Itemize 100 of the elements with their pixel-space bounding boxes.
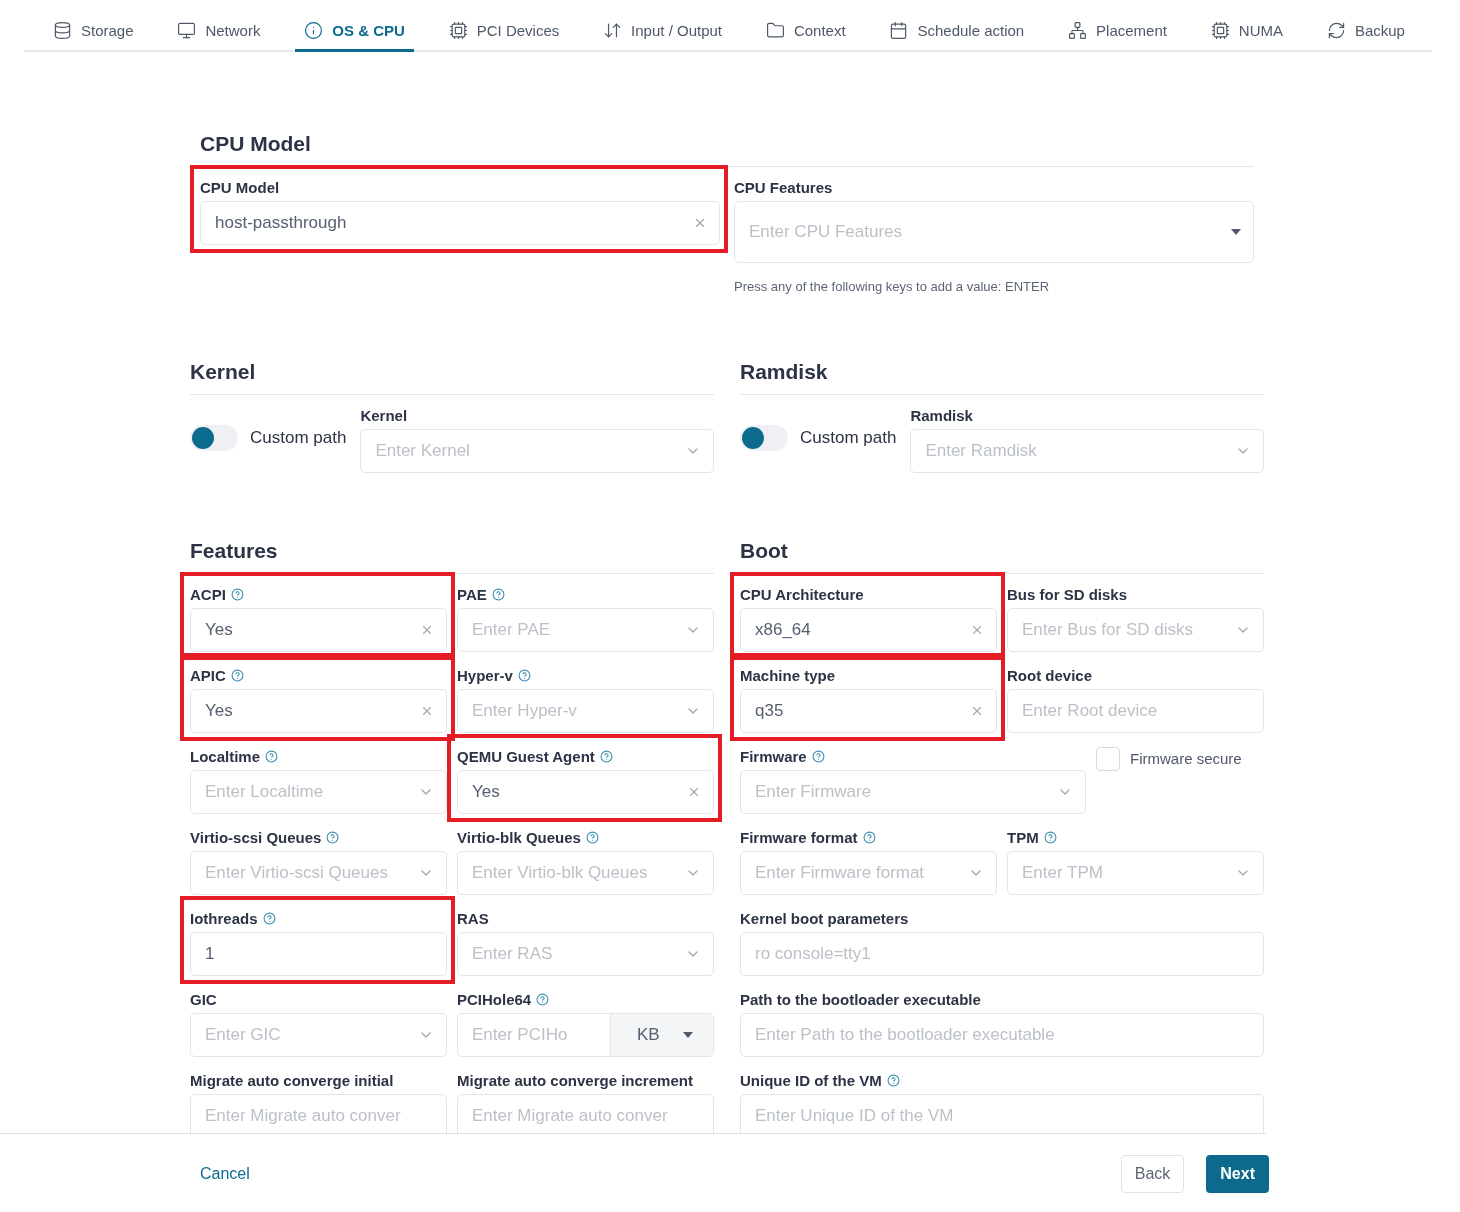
field-text: Enter Bus for SD disks bbox=[1022, 619, 1194, 640]
toggle-label: Custom path bbox=[250, 427, 347, 448]
field-text: ro console=tty1 bbox=[755, 943, 872, 964]
tab[interactable]: Context bbox=[756, 18, 855, 52]
field-text: Enter RAS bbox=[472, 943, 554, 964]
field-text: Enter Firmware format bbox=[755, 862, 926, 883]
field-label: Machine type bbox=[740, 667, 836, 685]
field-text: Enter Virtio-blk Queues bbox=[472, 862, 649, 883]
field-label: Bus for SD disks bbox=[1007, 586, 1128, 604]
refresh-icon bbox=[1326, 20, 1346, 40]
select-field[interactable]: Yes bbox=[457, 769, 714, 814]
field-label: Root device bbox=[1007, 667, 1093, 685]
section-title: CPU Model bbox=[200, 131, 312, 157]
field-text: Enter Virtio-scsi Queues bbox=[205, 862, 389, 883]
number-field[interactable]: Enter PCIHo KB bbox=[457, 1012, 714, 1057]
section-title: Ramdisk bbox=[740, 359, 829, 385]
field-label: RAS bbox=[457, 910, 489, 928]
field-text: Enter TPM bbox=[1022, 862, 1104, 883]
field-text: Enter Kernel bbox=[375, 440, 471, 461]
tab[interactable]: Schedule action bbox=[880, 18, 1034, 52]
unit-text: KB bbox=[637, 1024, 660, 1045]
field-text: Enter PAE bbox=[472, 619, 552, 640]
checkbox[interactable] bbox=[1096, 746, 1120, 771]
back-button[interactable]: Back bbox=[1120, 1155, 1185, 1194]
field-label: GIC bbox=[190, 991, 217, 1009]
help-icon[interactable] bbox=[862, 831, 876, 845]
tab[interactable]: PCI Devices bbox=[439, 18, 569, 52]
input-field[interactable]: host-passthrough bbox=[200, 200, 720, 245]
field-text: Enter Localtime bbox=[205, 781, 325, 802]
tab[interactable]: Backup bbox=[1317, 18, 1414, 52]
field-label: Localtime bbox=[190, 748, 261, 766]
field-text: Enter Root device bbox=[1022, 700, 1159, 721]
toggle-label: Custom path bbox=[800, 427, 897, 448]
field-text: Enter Migrate auto conver bbox=[205, 1105, 402, 1126]
field-label: Virtio-scsi Queues bbox=[190, 829, 322, 847]
chip-icon bbox=[448, 20, 468, 40]
field-label: Path to the bootloader executable bbox=[740, 991, 981, 1009]
caret-icon bbox=[683, 1031, 693, 1038]
toggle-switch[interactable] bbox=[740, 424, 788, 451]
help-icon[interactable] bbox=[811, 750, 825, 764]
field-label: Firmware format bbox=[740, 829, 858, 847]
tab[interactable]: Input / Output bbox=[594, 18, 731, 52]
select-field[interactable]: x86_64 bbox=[740, 607, 997, 652]
select-field[interactable]: q35 bbox=[740, 688, 997, 733]
section-title: Boot bbox=[740, 538, 789, 564]
help-icon[interactable] bbox=[585, 831, 599, 845]
field-text: 1 bbox=[205, 943, 216, 964]
help-icon[interactable] bbox=[599, 750, 613, 764]
field-label: Migrate auto converge increment bbox=[457, 1072, 693, 1090]
field-label: Firmware bbox=[740, 748, 807, 766]
input-field[interactable]: 1 bbox=[190, 931, 447, 976]
hint-text: Press any of the following keys to add a value: ENTER bbox=[734, 278, 1051, 294]
field-label: APIC bbox=[190, 667, 226, 685]
caret-icon bbox=[1231, 228, 1241, 235]
field-text: Yes bbox=[205, 700, 234, 721]
field-text: Yes bbox=[205, 619, 234, 640]
help-icon[interactable] bbox=[517, 669, 531, 683]
help-icon[interactable] bbox=[1043, 831, 1057, 845]
field-label: TPM bbox=[1007, 829, 1039, 847]
next-button[interactable]: Next bbox=[1206, 1155, 1269, 1194]
database-icon bbox=[53, 20, 72, 40]
help-icon[interactable] bbox=[262, 912, 276, 926]
field-text: Yes bbox=[472, 781, 501, 802]
field-text: Enter CPU Features bbox=[749, 221, 904, 242]
help-icon[interactable] bbox=[230, 669, 244, 683]
tab[interactable]: OS & CPU bbox=[295, 18, 414, 52]
checkbox-label: Firmware secure bbox=[1130, 750, 1242, 768]
tab[interactable]: Storage bbox=[44, 18, 143, 52]
field-label: Ramdisk bbox=[910, 407, 973, 425]
arrows-icon bbox=[603, 20, 623, 40]
folder-icon bbox=[765, 20, 785, 40]
field-label: CPU Architecture bbox=[740, 586, 864, 604]
field-text: x86_64 bbox=[755, 619, 812, 640]
section-title: Kernel bbox=[190, 359, 257, 385]
field-label: PCIHole64 bbox=[457, 991, 532, 1009]
field-text: q35 bbox=[755, 700, 785, 721]
help-icon[interactable] bbox=[265, 750, 279, 764]
cancel-link[interactable]: Cancel bbox=[200, 1165, 250, 1184]
tab[interactable]: Network bbox=[168, 18, 270, 52]
field-label: Kernel boot parameters bbox=[740, 910, 909, 928]
hierarchy-icon bbox=[1068, 20, 1088, 40]
select-field[interactable]: Yes bbox=[190, 607, 447, 652]
field-text: Enter Path to the bootloader executable bbox=[755, 1024, 1056, 1045]
calendar-icon bbox=[889, 20, 909, 40]
toggle-switch[interactable] bbox=[190, 424, 238, 451]
select-field[interactable]: Yes bbox=[190, 688, 447, 733]
field-label: QEMU Guest Agent bbox=[457, 748, 595, 766]
help-icon[interactable] bbox=[536, 993, 550, 1007]
help-icon[interactable] bbox=[230, 588, 244, 602]
help-icon[interactable] bbox=[326, 831, 340, 845]
field-text: Enter Migrate auto conver bbox=[472, 1105, 669, 1126]
field-label: Unique ID of the VM bbox=[740, 1072, 882, 1090]
monitor-icon bbox=[177, 20, 197, 40]
tab[interactable]: Placement bbox=[1059, 18, 1176, 52]
help-icon[interactable] bbox=[886, 1074, 900, 1088]
field-text: Enter Firmware bbox=[755, 781, 873, 802]
help-icon[interactable] bbox=[491, 588, 505, 602]
field-text: Enter Unique ID of the VM bbox=[755, 1105, 955, 1126]
tab[interactable]: NUMA bbox=[1201, 18, 1292, 52]
field-label: Kernel bbox=[360, 407, 408, 425]
